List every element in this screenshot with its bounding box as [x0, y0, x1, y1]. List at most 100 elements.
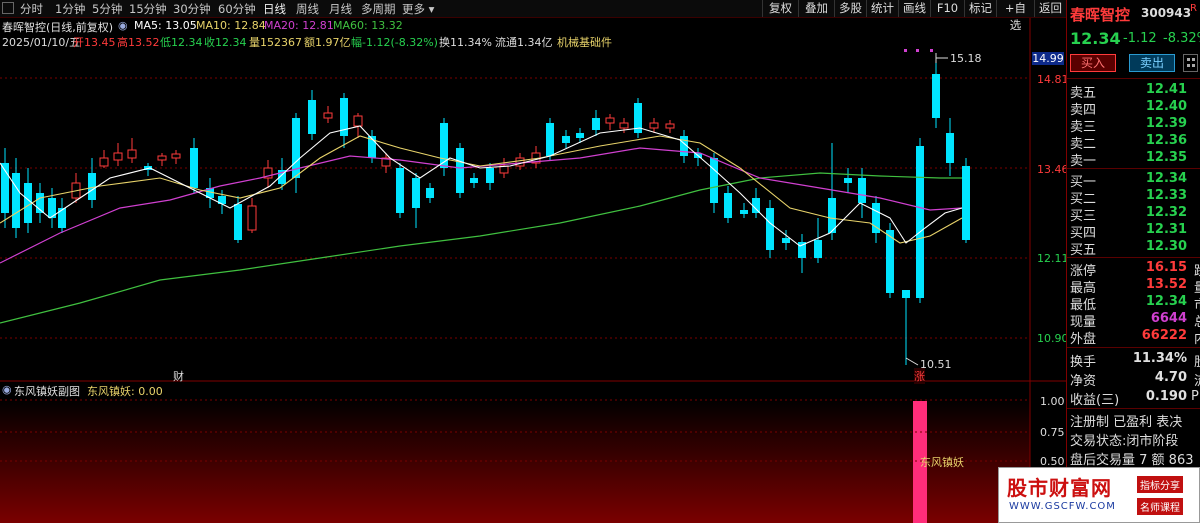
ask-price: 12.36 [1145, 133, 1187, 148]
registration-flag: R [1190, 3, 1197, 14]
price-axis-label: 13.46 [1037, 163, 1069, 176]
candle-body [576, 133, 584, 138]
signal-dot [904, 49, 907, 52]
candle-body [562, 136, 570, 143]
candle-body [724, 193, 732, 218]
ask-row[interactable]: 卖二 12.36 [1070, 133, 1200, 152]
ask-row[interactable]: 卖四 12.40 [1070, 99, 1200, 118]
candle-body [456, 148, 464, 193]
stat-row: 最低12.34市 [1070, 294, 1200, 313]
panel-change: -1.12 [1123, 31, 1157, 46]
subchart-title: 东风镇妖副图 [14, 385, 80, 398]
f10-button[interactable]: F10 [930, 0, 964, 17]
candle-body [234, 204, 242, 240]
kline-chart[interactable] [0, 18, 1066, 523]
candle-body [247, 205, 257, 231]
candle-body [412, 178, 420, 208]
candle-body [127, 149, 137, 159]
candle-body [902, 290, 910, 298]
timeframe-tab-active[interactable]: 日线 [263, 1, 286, 17]
candle-body [323, 112, 333, 119]
price-axis-label: 10.90 [1037, 332, 1069, 345]
subchart-indicator-value: 东风镇妖: 0.00 [87, 385, 163, 398]
divider [1067, 347, 1200, 348]
timeframe-tab[interactable]: 周线 [296, 1, 319, 17]
candle-body [665, 123, 675, 129]
quote-panel: 春晖智控 300943 R 12.34 -1.12 -8.32% 买入 卖出 卖… [1066, 0, 1200, 523]
ask-price: 12.41 [1145, 82, 1187, 97]
candle-body [190, 148, 198, 188]
candle-body [740, 210, 748, 214]
ask-price: 12.39 [1145, 116, 1187, 131]
buy-button[interactable]: 买入 [1070, 54, 1116, 72]
bid-row[interactable]: 买五 12.30 [1070, 239, 1200, 258]
stat-label: 外盘 [1070, 332, 1097, 347]
price-axis-label: 14.81 [1037, 73, 1069, 86]
bid-row[interactable]: 买三 12.32 [1070, 205, 1200, 224]
info-line: 注册制 已盈利 表决 [1070, 415, 1183, 430]
candle-body [766, 208, 774, 250]
timeframe-tab[interactable]: 分时 [20, 1, 43, 17]
add-watchlist-button[interactable]: +自选 [996, 0, 1034, 32]
low-marker-pointer [905, 357, 919, 366]
timeframe-tab[interactable]: 多周期 [361, 1, 396, 17]
bid-row[interactable]: 买一 12.34 [1070, 171, 1200, 190]
candle-body [946, 133, 954, 163]
grid-icon[interactable] [1183, 54, 1198, 72]
candle-body [886, 230, 894, 293]
candle-body [916, 146, 924, 298]
timeframe-tab[interactable]: 1分钟 [55, 1, 85, 17]
candle-body [486, 168, 494, 183]
subchart-bar-label: 东风镇妖 [920, 456, 964, 469]
bid-row[interactable]: 买四 12.31 [1070, 222, 1200, 241]
stat-row: 涨停16.15跌 [1070, 260, 1200, 279]
candle-body [99, 157, 109, 167]
statistics-button[interactable]: 统计 [866, 0, 898, 17]
more-dropdown[interactable]: 更多 ▾ [402, 1, 434, 17]
ask-label: 卖一 [1070, 154, 1097, 169]
multi-stock-button[interactable]: 多股 [834, 0, 866, 17]
candle-body [113, 152, 123, 161]
stat-extra: 内 [1194, 328, 1200, 347]
back-button[interactable]: 返回 [1034, 0, 1066, 17]
draw-line-button[interactable]: 画线 [898, 0, 930, 17]
menu-icon[interactable] [2, 2, 14, 14]
candle-body [782, 238, 790, 243]
sell-button[interactable]: 卖出 [1129, 54, 1175, 72]
stat-value: 6644 [1150, 311, 1187, 326]
watermark-tag: 名师课程 [1137, 498, 1183, 515]
ask-row[interactable]: 卖五 12.41 [1070, 82, 1200, 101]
stat-label: 换手 [1070, 355, 1097, 370]
candle-body [426, 188, 434, 198]
candle-body [157, 155, 167, 161]
bid-row[interactable]: 买二 12.33 [1070, 188, 1200, 207]
candlestick-series [1, 58, 970, 365]
bid-price: 12.33 [1145, 188, 1187, 203]
info-line: 盘后交易量 7 额 863 [1070, 453, 1194, 468]
mark-button[interactable]: 标记 [964, 0, 996, 17]
stat-value: 66222 [1141, 328, 1187, 343]
timeframe-tab[interactable]: 60分钟 [218, 1, 256, 17]
panel-stock-name: 春晖智控 [1070, 6, 1131, 24]
watermark-title: 股市财富网 [1007, 476, 1112, 500]
ask-row[interactable]: 卖一 12.35 [1070, 150, 1200, 169]
stat-row: 外盘 66222 内 [1070, 328, 1200, 347]
candle-body [308, 100, 316, 134]
candle-body [24, 183, 32, 223]
divider [1067, 78, 1200, 79]
fuquan-button[interactable]: 复权 [762, 0, 798, 17]
candle-body [546, 123, 554, 156]
timeframe-tab[interactable]: 30分钟 [173, 1, 211, 17]
subchart-axis-label: 1.00 [1040, 395, 1065, 408]
stat-value: 16.15 [1145, 260, 1187, 275]
subchart-settings-icon[interactable]: ◉ [2, 383, 12, 396]
ask-row[interactable]: 卖三 12.39 [1070, 116, 1200, 135]
candle-body [649, 122, 659, 129]
subchart-axis-label: 0.75 [1040, 426, 1065, 439]
timeframe-tab[interactable]: 5分钟 [92, 1, 122, 17]
watermark-url: WWW.GSCFW.COM [1009, 501, 1116, 512]
overlay-button[interactable]: 叠加 [798, 0, 834, 17]
stat-label: 收益(三) [1070, 393, 1120, 408]
timeframe-tab[interactable]: 月线 [329, 1, 352, 17]
timeframe-tab[interactable]: 15分钟 [129, 1, 167, 17]
